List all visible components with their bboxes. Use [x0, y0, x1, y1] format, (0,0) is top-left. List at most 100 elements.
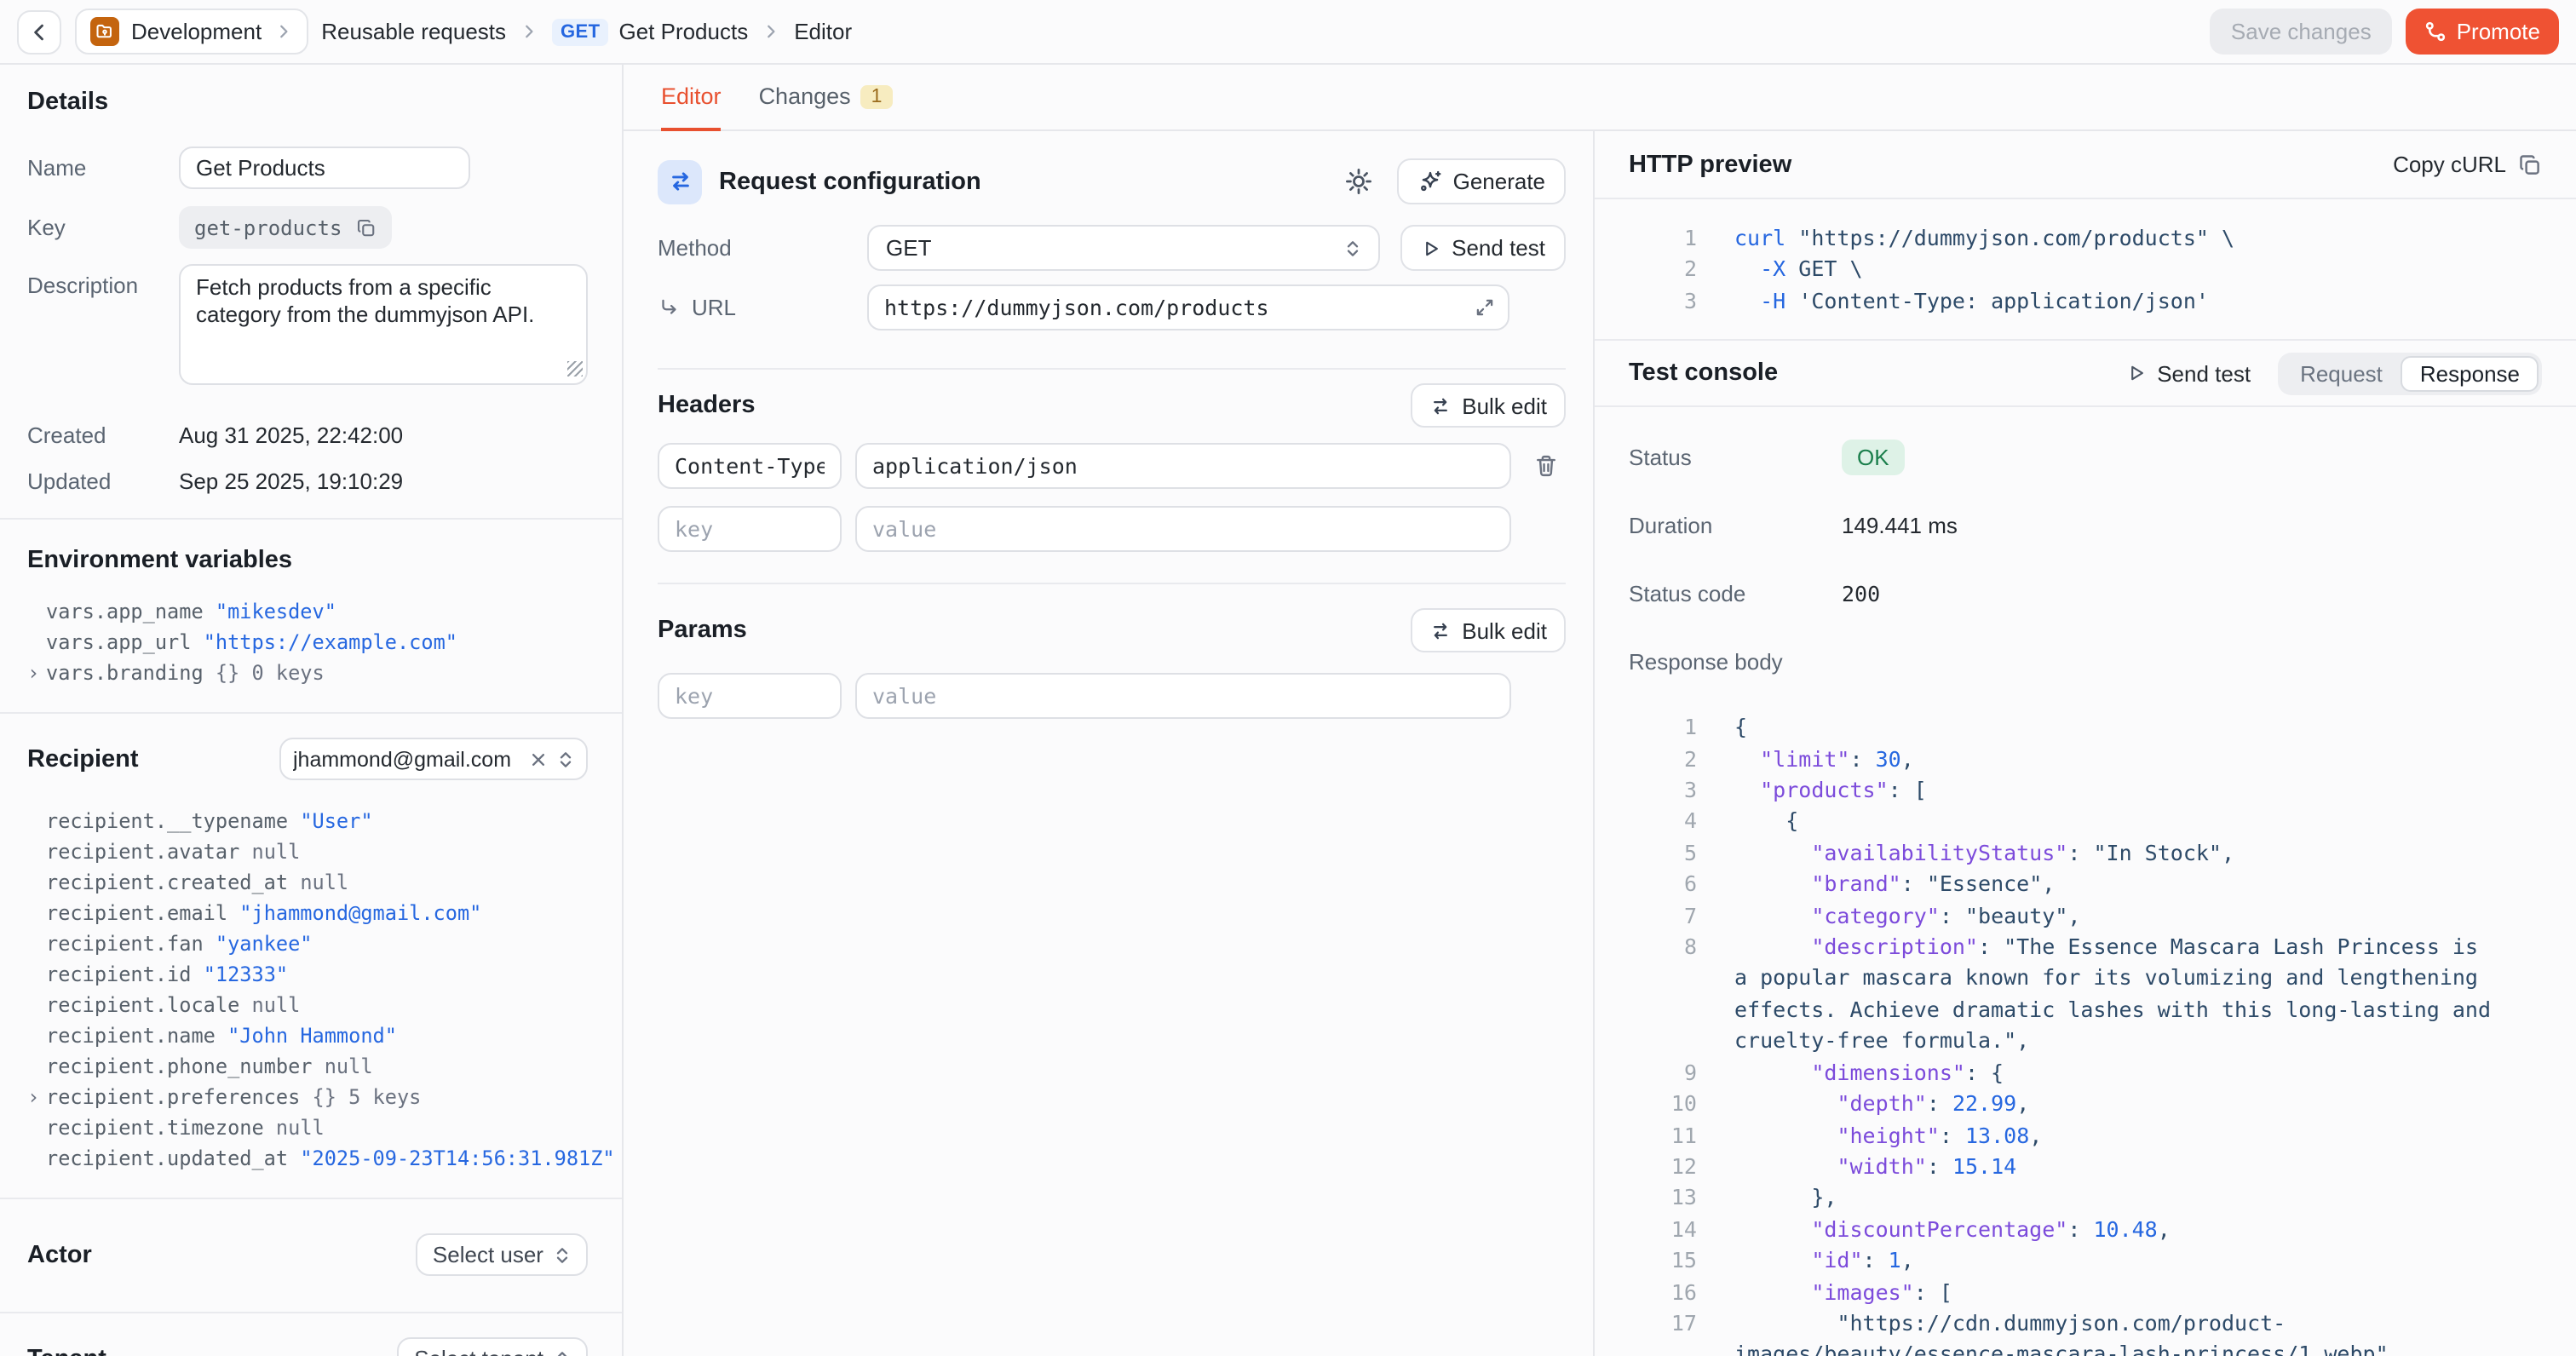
header-value-input[interactable] — [855, 443, 1511, 489]
line-number: 12 — [1632, 1152, 1697, 1183]
environment-label: Development — [131, 19, 262, 44]
code-line: 13 }, — [1632, 1183, 2542, 1215]
header-key-input-empty[interactable] — [658, 506, 842, 552]
chevron-right-icon — [520, 22, 538, 41]
back-button[interactable] — [17, 9, 61, 54]
chevron-right-icon — [273, 22, 292, 41]
trash-icon[interactable] — [1525, 453, 1566, 479]
created-value: Aug 31 2025, 22:42:00 — [179, 414, 588, 448]
recipient-title: Recipient — [27, 745, 139, 773]
code-line: 5 "availabilityStatus": "In Stock", — [1632, 838, 2542, 870]
variable-row: vars.app_url "https://example.com" — [46, 627, 588, 658]
tab-editor[interactable]: Editor — [661, 65, 722, 131]
copy-icon[interactable] — [2518, 152, 2542, 176]
method-badge: GET — [552, 18, 608, 45]
params-bulk-edit-button[interactable]: Bulk edit — [1411, 608, 1566, 652]
code-line: 6 "brand": "Essence", — [1632, 870, 2542, 901]
recipient-combobox[interactable]: jhammond@gmail.com — [279, 738, 588, 780]
expand-icon[interactable] — [1474, 296, 1496, 319]
send-test-button[interactable]: Send test — [1400, 225, 1566, 271]
gear-icon[interactable] — [1344, 167, 1373, 196]
variable-path: vars.app_url — [46, 630, 204, 654]
actor-select[interactable]: Select user — [416, 1233, 588, 1276]
variable-row: recipient.email "jhammond@gmail.com" — [46, 898, 588, 928]
http-preview-header: HTTP preview Copy cURL — [1595, 131, 2576, 199]
bulk-edit-icon — [1429, 619, 1452, 641]
variable-row: ›vars.branding {} 0 keys — [46, 658, 588, 688]
params-section: Params Bulk edit — [658, 584, 1566, 750]
selector-icon — [554, 1348, 571, 1356]
console-send-test-button[interactable]: Send test — [2126, 360, 2251, 386]
environment-variables-section: Environment variables vars.app_name "mik… — [0, 520, 622, 714]
breadcrumb-reusable-requests[interactable]: Reusable requests — [321, 19, 506, 44]
name-label: Name — [27, 147, 179, 181]
curl-code-block: 1curl "https://dummyjson.com/products" \… — [1595, 199, 2576, 341]
status-code-label: Status code — [1629, 580, 1842, 606]
environment-switcher[interactable]: Development — [75, 9, 308, 55]
url-input[interactable] — [867, 284, 1509, 330]
selector-icon — [554, 1244, 571, 1265]
key-label: Key — [27, 206, 179, 240]
code-line: 8 "description": "The Essence Mascara La… — [1632, 932, 2542, 1057]
variable-path: recipient.email — [46, 901, 239, 925]
selector-icon — [557, 749, 574, 769]
expand-chevron-icon[interactable]: › — [27, 658, 39, 688]
code-line: 1curl "https://dummyjson.com/products" \ — [1632, 223, 2576, 255]
main-area: Editor Changes 1 Request configurat — [624, 65, 2576, 1356]
tenant-select[interactable]: Select tenant — [397, 1337, 588, 1356]
headers-section: Headers Bulk edit — [658, 370, 1566, 584]
environment-variables-title: Environment variables — [27, 547, 588, 574]
updated-label: Updated — [27, 460, 179, 494]
variable-value: "John Hammond" — [227, 1024, 397, 1048]
copy-curl-button[interactable]: Copy cURL — [2393, 152, 2506, 177]
resize-handle-icon[interactable] — [567, 361, 583, 376]
line-number: 1 — [1632, 223, 1697, 255]
bulk-edit-icon — [1429, 394, 1452, 417]
play-icon — [2126, 363, 2147, 383]
expand-chevron-icon[interactable]: › — [27, 1082, 39, 1112]
code-line: 7 "category": "beauty", — [1632, 900, 2542, 932]
line-number: 6 — [1632, 870, 1697, 901]
variable-value: {} 5 keys — [313, 1085, 422, 1109]
promote-button[interactable]: Promote — [2406, 9, 2559, 55]
line-number: 17 — [1632, 1308, 1697, 1356]
param-key-input[interactable] — [658, 673, 842, 719]
line-number: 7 — [1632, 900, 1697, 932]
request-editor-column: Request configuration Generate — [624, 131, 1593, 1356]
toggle-request[interactable]: Request — [2281, 355, 2401, 391]
line-number: 10 — [1632, 1089, 1697, 1120]
clear-icon[interactable] — [530, 750, 547, 767]
header-value-input-empty[interactable] — [855, 506, 1511, 552]
generate-button[interactable]: Generate — [1397, 158, 1566, 204]
details-sidebar: Details Name Key get-products — [0, 65, 624, 1356]
code-line: 9 "dimensions": { — [1632, 1057, 2542, 1089]
variable-row: recipient.phone_number null — [46, 1051, 588, 1082]
tab-changes[interactable]: Changes 1 — [759, 65, 893, 131]
param-value-input[interactable] — [855, 673, 1511, 719]
header-key-input[interactable] — [658, 443, 842, 489]
variable-path: recipient.phone_number — [46, 1054, 325, 1078]
variable-value: null — [325, 1054, 373, 1078]
test-console-title: Test console — [1629, 359, 1778, 387]
method-select[interactable]: GET — [867, 225, 1380, 271]
breadcrumb-request-name[interactable]: Get Products — [618, 19, 748, 44]
name-input[interactable] — [179, 147, 470, 189]
selector-icon — [1344, 238, 1361, 258]
sparkle-icon — [1417, 169, 1443, 194]
variable-value: null — [300, 870, 348, 894]
toggle-response[interactable]: Response — [2401, 355, 2539, 391]
code-line: 4 { — [1632, 807, 2542, 838]
line-number: 1 — [1632, 712, 1697, 744]
updated-value: Sep 25 2025, 19:10:29 — [179, 460, 588, 494]
actor-title: Actor — [27, 1241, 92, 1268]
tenant-section: Tenant Select tenant — [0, 1313, 622, 1356]
variable-path: recipient.id — [46, 962, 204, 986]
line-number: 2 — [1632, 744, 1697, 775]
line-number: 5 — [1632, 838, 1697, 870]
variable-value: null — [252, 840, 301, 864]
description-textarea[interactable]: Fetch products from a specific category … — [179, 264, 588, 385]
line-number: 11 — [1632, 1120, 1697, 1152]
headers-bulk-edit-button[interactable]: Bulk edit — [1411, 383, 1566, 428]
save-changes-button[interactable]: Save changes — [2211, 9, 2392, 55]
copy-icon[interactable] — [355, 217, 376, 238]
